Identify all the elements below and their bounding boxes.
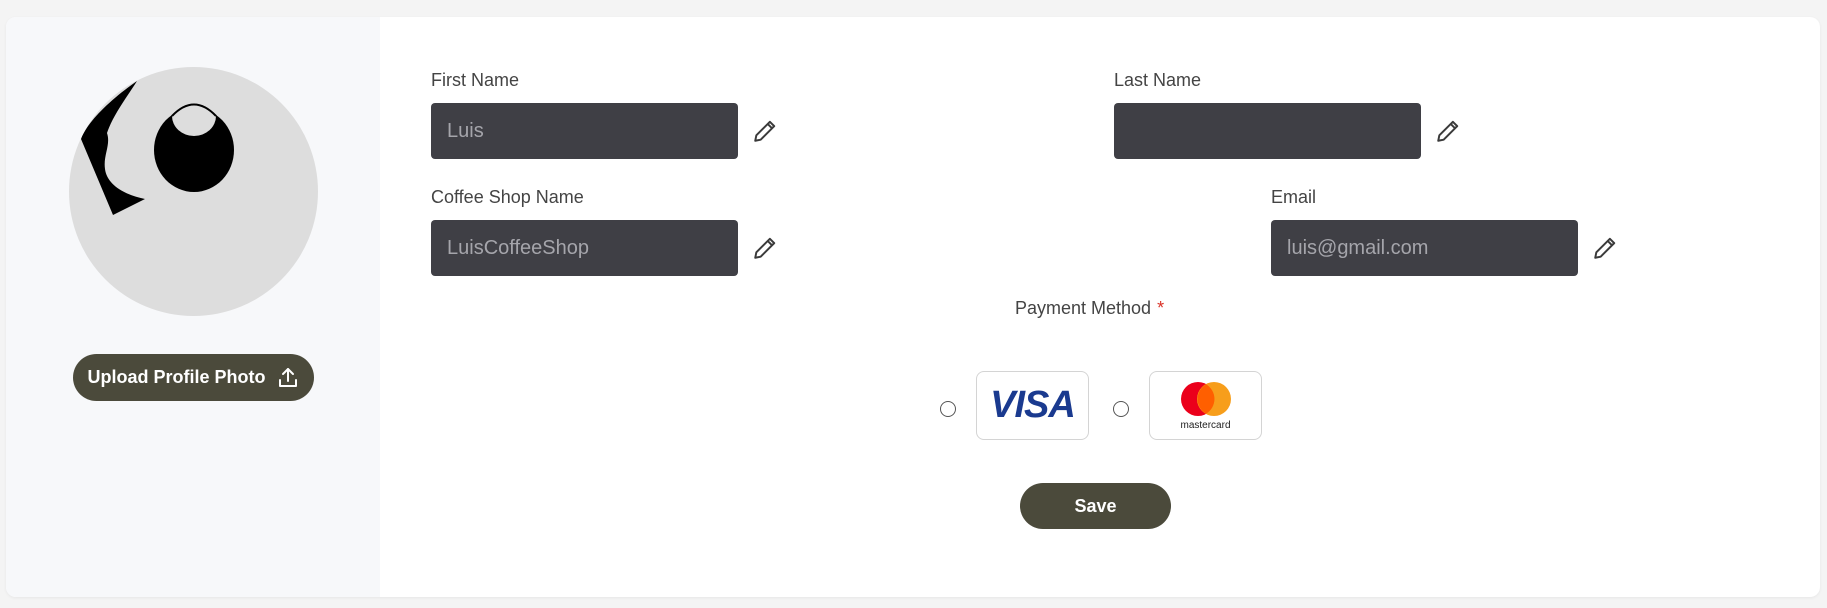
edit-email-icon[interactable] — [1592, 235, 1618, 261]
email-field[interactable] — [1271, 220, 1578, 276]
save-button[interactable]: Save — [1020, 483, 1171, 529]
profile-card: Upload Profile Photo — [6, 17, 1820, 597]
visa-card-option[interactable]: VISA — [976, 371, 1089, 440]
upload-profile-photo-label: Upload Profile Photo — [87, 367, 266, 387]
payment-method-text: Payment Method — [1015, 298, 1152, 318]
edit-first-name-icon[interactable] — [752, 118, 778, 144]
visa-logo: VISA — [990, 384, 1076, 426]
upload-icon — [278, 367, 297, 387]
email-label: Email — [1271, 187, 1317, 207]
mastercard-logo: mastercard — [1176, 380, 1236, 431]
mastercard-radio[interactable] — [1113, 401, 1129, 417]
profile-sidebar: Upload Profile Photo — [6, 17, 380, 597]
last-name-label: Last Name — [1114, 70, 1202, 90]
upload-profile-photo-button[interactable]: Upload Profile Photo — [73, 354, 314, 401]
mastercard-circles-icon — [1180, 382, 1231, 416]
coffee-shop-name-label: Coffee Shop Name — [431, 187, 584, 207]
first-name-label: First Name — [431, 70, 520, 90]
first-name-field[interactable] — [431, 103, 738, 159]
coffee-shop-name-field[interactable] — [431, 220, 738, 276]
edit-coffee-shop-name-icon[interactable] — [752, 235, 778, 261]
avatar-illustration — [81, 81, 234, 215]
visa-radio[interactable] — [940, 401, 956, 417]
payment-method-label: Payment Method * — [1015, 298, 1164, 319]
last-name-field[interactable] — [1114, 103, 1421, 159]
profile-avatar — [69, 67, 318, 316]
required-marker: * — [1157, 298, 1165, 318]
edit-last-name-icon[interactable] — [1435, 118, 1461, 144]
mastercard-card-option[interactable]: mastercard — [1149, 371, 1262, 440]
mastercard-wordmark: mastercard — [1180, 420, 1231, 431]
